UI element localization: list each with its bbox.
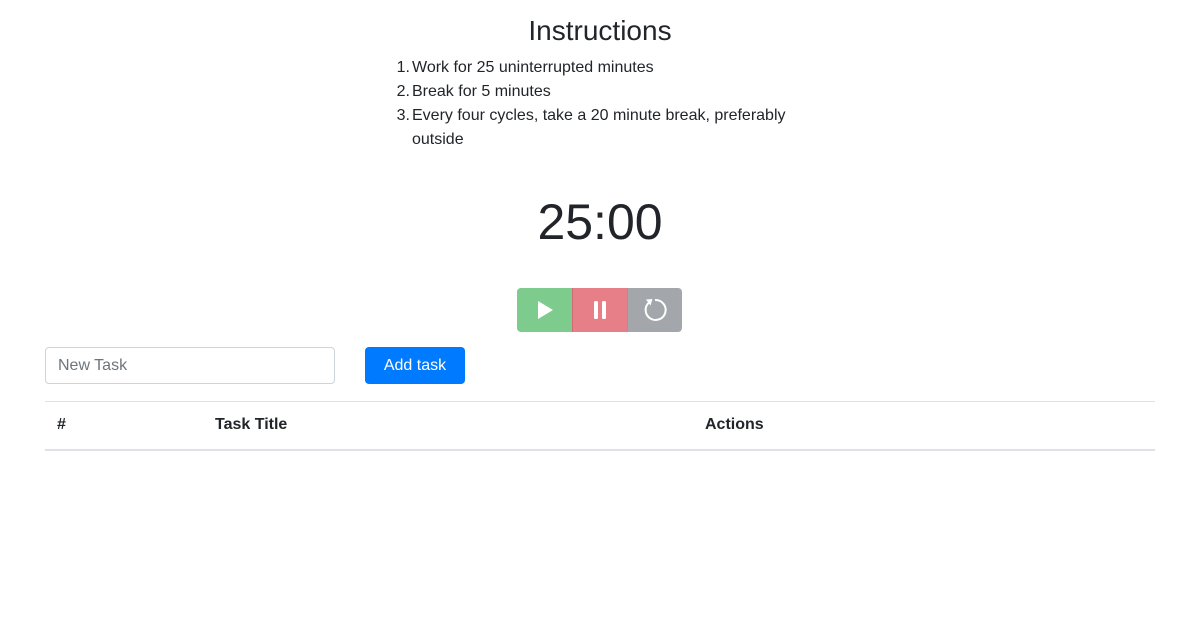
play-icon: [537, 301, 553, 319]
instruction-step-number: 2.: [396, 83, 410, 100]
pause-icon: [594, 301, 606, 319]
pomodoro-page: Instructions 1. Work for 25 uninterrupte…: [0, 0, 1200, 630]
reset-button[interactable]: [627, 288, 682, 332]
reset-icon: [644, 298, 667, 321]
instruction-step-number: 1.: [396, 59, 410, 76]
new-task-input[interactable]: [45, 347, 335, 384]
column-header-number: #: [45, 401, 203, 451]
add-task-button[interactable]: Add task: [365, 347, 465, 384]
timer-display: 25:00: [537, 194, 663, 250]
timer-controls: [517, 288, 682, 332]
task-table-header-row: # Task Title Actions: [45, 401, 1155, 451]
column-header-actions: Actions: [693, 401, 1155, 451]
instruction-step: 3. Every four cycles, take a 20 minute b…: [397, 104, 792, 152]
pause-button[interactable]: [572, 288, 627, 332]
instruction-step-number: 3.: [396, 107, 410, 124]
instruction-step-text: Every four cycles, take a 20 minute brea…: [412, 107, 786, 148]
instructions-title: Instructions: [528, 15, 672, 46]
task-table: # Task Title Actions: [45, 401, 1155, 451]
instruction-step-text: Work for 25 uninterrupted minutes: [412, 59, 654, 76]
instructions-list: 1. Work for 25 uninterrupted minutes 2. …: [397, 56, 792, 152]
instruction-step: 2. Break for 5 minutes: [397, 80, 792, 104]
play-button[interactable]: [517, 288, 572, 332]
column-header-task-title: Task Title: [203, 401, 693, 451]
instruction-step: 1. Work for 25 uninterrupted minutes: [397, 56, 792, 80]
instruction-step-text: Break for 5 minutes: [412, 83, 551, 100]
